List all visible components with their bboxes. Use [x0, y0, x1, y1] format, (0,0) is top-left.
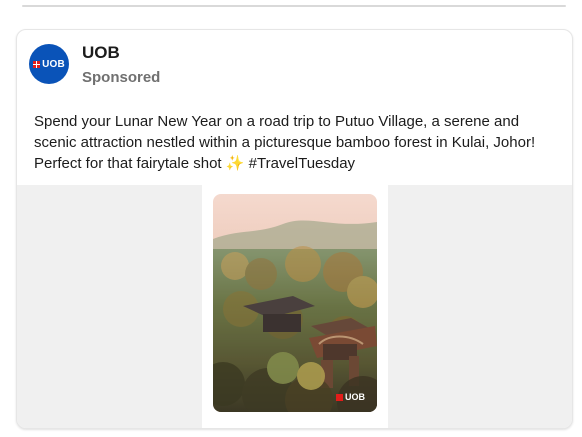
sponsored-label: Sponsored	[82, 69, 161, 86]
uob-logo-icon	[33, 60, 41, 68]
image-watermark: UOB	[336, 392, 365, 402]
sparkles-icon: ✨	[225, 155, 245, 172]
avatar[interactable]: UOB	[29, 44, 69, 84]
page: UOB UOB Sponsored Spend your Lunar New Y…	[0, 0, 582, 437]
post-image[interactable]: UOB	[213, 194, 377, 412]
uob-logo-icon	[336, 393, 343, 401]
avatar-text: UOB	[42, 58, 65, 70]
media-strip: UOB	[17, 185, 572, 428]
temple-forest-photo	[213, 194, 377, 412]
post-text: Spend your Lunar New Year on a road trip…	[34, 111, 559, 174]
post-author[interactable]: UOB	[82, 43, 120, 63]
post-header: UOB UOB Sponsored	[17, 30, 572, 100]
hashtag-link[interactable]: #TravelTuesday	[249, 155, 355, 172]
top-divider	[22, 5, 566, 7]
media-frame[interactable]: UOB	[202, 185, 388, 428]
watermark-text: UOB	[345, 392, 365, 402]
post-card: UOB UOB Sponsored Spend your Lunar New Y…	[16, 29, 573, 429]
